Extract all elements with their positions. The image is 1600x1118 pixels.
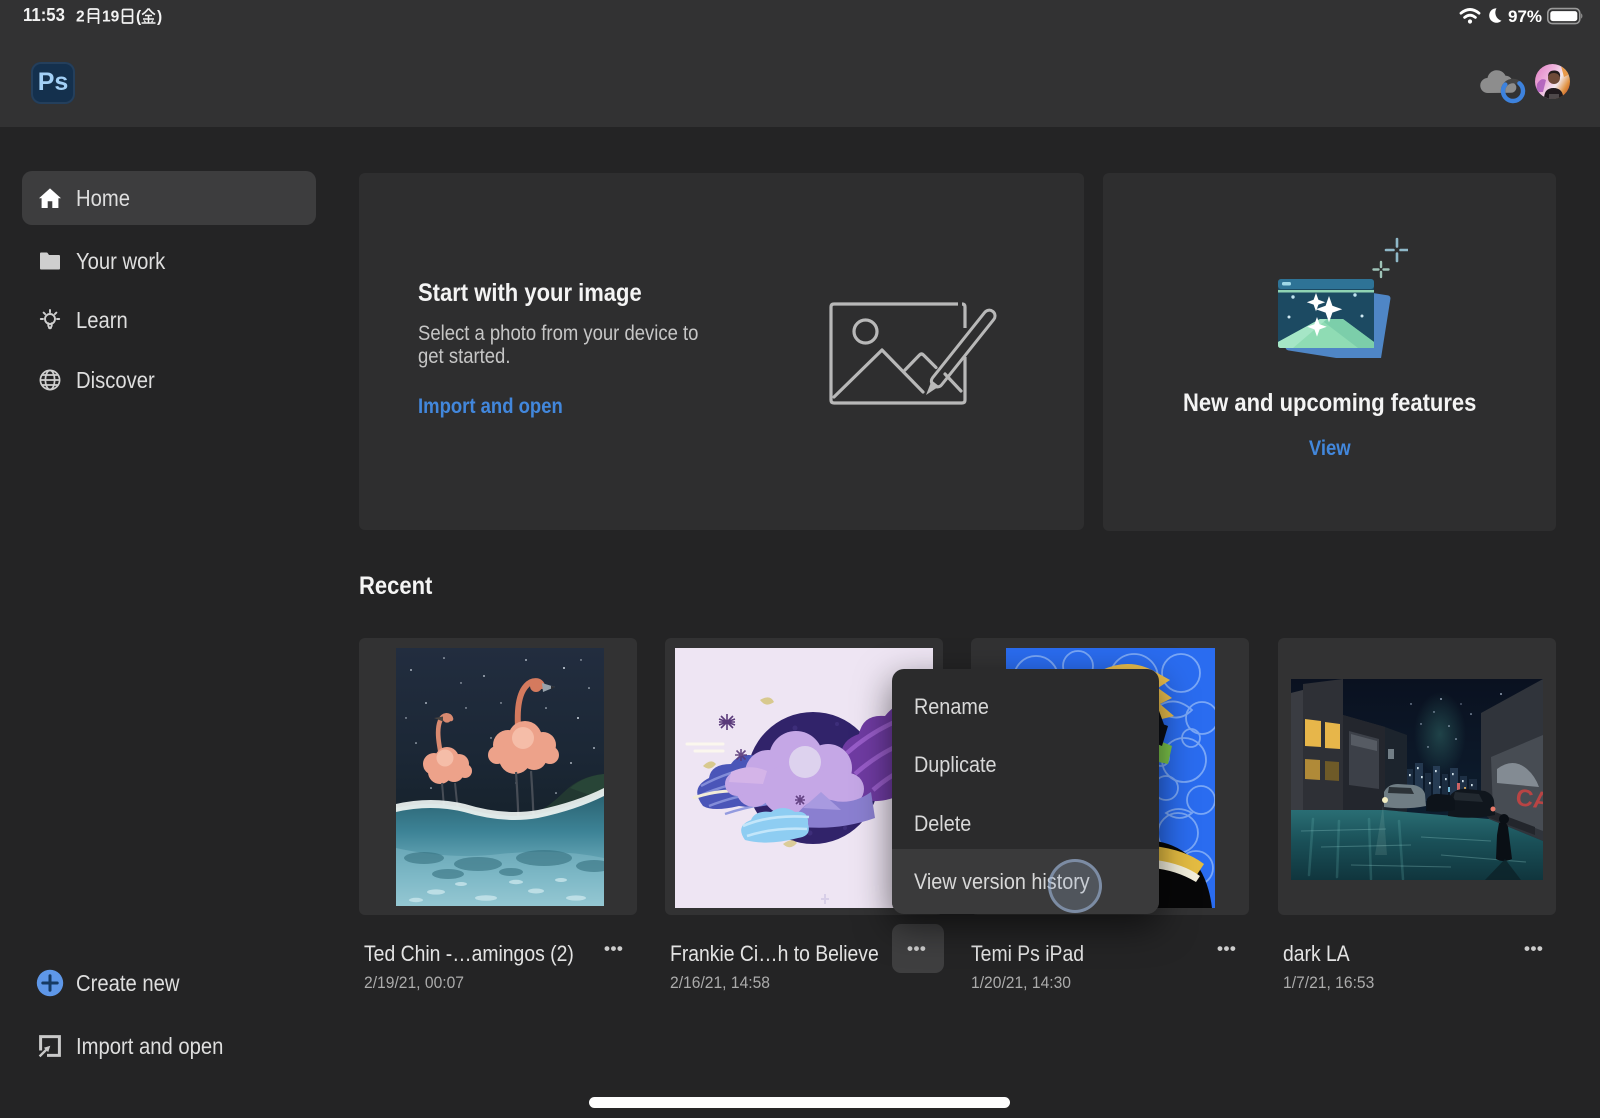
svg-text:19: 19: [102, 9, 120, 26]
svg-text:(: (: [136, 9, 142, 26]
svg-text:2: 2: [76, 9, 85, 26]
svg-text:): ): [157, 9, 162, 26]
svg-text:CA: CA: [1514, 784, 1543, 815]
svg-text:97%: 97%: [1508, 7, 1542, 26]
